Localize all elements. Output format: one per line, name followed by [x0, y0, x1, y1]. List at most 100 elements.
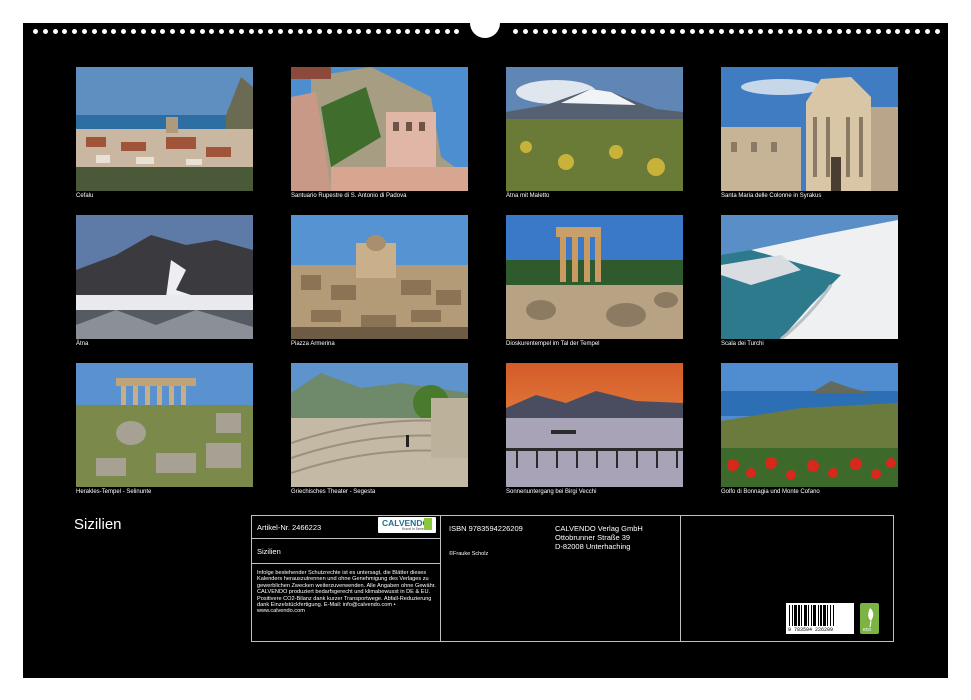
binding-hole [248, 29, 254, 34]
binding-hole [91, 29, 97, 34]
binding-hole [630, 29, 636, 34]
photo-caption: Sonnenuntergang bei Birgi Vecchi [506, 489, 597, 495]
binding-hole [660, 29, 666, 34]
photo-caption: Santuario Rupestre di S. Antonio di Pado… [291, 193, 407, 199]
binding-hole [72, 29, 78, 34]
binding-hole [385, 29, 391, 34]
binding-hole [523, 29, 528, 34]
binding-hole [219, 29, 225, 34]
binding-hole [42, 29, 48, 34]
binding-hole [797, 29, 803, 34]
eco-badge: eco [860, 603, 879, 634]
binding-hole [336, 29, 342, 34]
photo-caption: Scala dei Turchi [721, 341, 764, 347]
binding-hole [562, 29, 568, 34]
photo-piazza-armerina [291, 215, 468, 339]
divider [251, 563, 440, 564]
binding-hole [689, 29, 695, 34]
binding-hole [640, 29, 646, 34]
binding-hole [748, 29, 754, 34]
binding-hole [229, 29, 234, 34]
publisher-name: CALVENDO Verlag GmbH [555, 524, 643, 533]
product-title: Sizilien [257, 547, 281, 556]
binding-hole [826, 29, 832, 34]
article-number: Artikel-Nr. 2466223 [257, 523, 322, 532]
photo-herakles-tempel [76, 363, 253, 487]
binding-hole [787, 29, 793, 34]
binding-hole [258, 29, 264, 34]
eco-label: eco [863, 627, 872, 633]
binding-hole [532, 29, 538, 34]
binding-hole [317, 29, 323, 34]
photo-sonnenuntergang-birgi [506, 363, 683, 487]
binding-hole [679, 29, 685, 34]
photo-santa-maria-colonne [721, 67, 898, 191]
logo-mark-icon [424, 518, 432, 530]
binding-hole [395, 29, 401, 34]
binding-hole [52, 29, 58, 34]
photo-caption: Dioskurentempel im Tal der Tempel [506, 341, 600, 347]
binding-hole [915, 29, 920, 34]
binding-hole [817, 29, 822, 34]
binding-hole [268, 29, 274, 34]
barcode: 9 783594 226209 [786, 603, 854, 634]
binding-hole [101, 29, 107, 34]
photo-caption: Golfo di Bonnagia und Monte Cofano [721, 489, 820, 495]
binding-hole [650, 29, 656, 34]
binding-hole [719, 29, 724, 34]
photo-golfo-di-bonnagia [721, 363, 898, 487]
photo-scala-dei-turchi [721, 215, 898, 339]
logo-subtext: Kunst in Serie [402, 527, 424, 531]
binding-hole [160, 29, 166, 34]
binding-hole [924, 29, 930, 34]
binding-hole [758, 29, 764, 34]
binding-hole [572, 29, 577, 34]
binding-hole [199, 29, 205, 34]
binding-hole [728, 29, 734, 34]
photo-aetna [76, 215, 253, 339]
binding-hole [513, 29, 519, 34]
photo-griechisches-theater [291, 363, 468, 487]
photo-caption: Piazza Armerina [291, 341, 335, 347]
binding-hole [111, 29, 117, 34]
copyright: ©Frauke Scholz [449, 551, 489, 557]
binding-hole [542, 29, 548, 34]
binding-hole [777, 29, 783, 34]
legal-text: Infolge bestehender Schutzrechte ist es … [257, 570, 436, 615]
binding-hole [33, 29, 38, 34]
binding-hole [581, 29, 587, 34]
binding-hole [415, 29, 421, 34]
photo-aetna-maletto [506, 67, 683, 191]
binding-hole [875, 29, 881, 34]
binding-hole [552, 29, 558, 34]
divider [251, 538, 440, 539]
publisher-street: Ottobrunner Straße 39 [555, 533, 631, 542]
photo-cefalu [76, 67, 253, 191]
binding-hole [150, 29, 156, 34]
photo-caption: Herakles-Tempel - Selinunte [76, 489, 152, 495]
photo-caption: Griechisches Theater - Segesta [291, 489, 376, 495]
binding-hole [131, 29, 136, 34]
binding-hole [591, 29, 597, 34]
binding-hole [121, 29, 127, 34]
binding-hole [846, 29, 852, 34]
binding-hole [327, 29, 332, 34]
calendar-title: Sizilien [74, 516, 122, 533]
photo-caption: Cefalu [76, 193, 94, 199]
publisher-city: D-82008 Unterhaching [555, 542, 631, 551]
binding-hole [699, 29, 705, 34]
binding-hole [454, 29, 460, 34]
binding-hole [307, 29, 313, 34]
binding-hole [425, 29, 430, 34]
binding-hole [180, 29, 185, 34]
binding-hole [444, 29, 450, 34]
binding-hole [189, 29, 195, 34]
photo-santuario [291, 67, 468, 191]
binding-hole [434, 29, 440, 34]
binding-hole [768, 29, 773, 34]
binding-hole [895, 29, 901, 34]
binding-hole [670, 29, 675, 34]
binding-hole [366, 29, 372, 34]
photo-dioskurentempel [506, 215, 683, 339]
barcode-digits: 9 783594 226209 [788, 627, 834, 633]
